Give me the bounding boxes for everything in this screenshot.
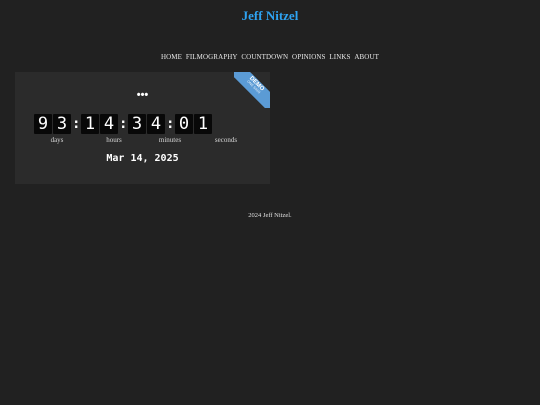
separator-colon: : xyxy=(166,116,175,132)
footer-copyright: 2024 Jeff Nitzel. xyxy=(248,212,292,219)
countdown-widget: DEMO ONE SIGN ••• 9 3 : 1 4 : 3 4 : 0 1 … xyxy=(15,72,270,184)
minutes-digit-2: 4 xyxy=(147,114,165,134)
site-title[interactable]: Jeff Nitzel xyxy=(0,8,540,24)
nav-item-opinions[interactable]: OPINIONS xyxy=(292,53,325,61)
nav-item-countdown[interactable]: COUNTDOWN xyxy=(241,53,288,61)
more-options-icon[interactable]: ••• xyxy=(15,90,270,101)
nav-item-about[interactable]: ABOUT xyxy=(354,53,379,61)
hours-digit-2: 4 xyxy=(100,114,118,134)
seconds-label: seconds xyxy=(214,136,238,144)
minutes-digit-1: 3 xyxy=(128,114,146,134)
days-digit-2: 3 xyxy=(53,114,71,134)
days-label: days xyxy=(50,136,64,144)
main-nav: HOME FILMOGRAPHY COUNTDOWN OPINIONS LINK… xyxy=(0,53,540,61)
seconds-digit-1: 0 xyxy=(175,114,193,134)
nav-item-filmography[interactable]: FILMOGRAPHY xyxy=(186,53,238,61)
hours-digit-1: 1 xyxy=(81,114,99,134)
seconds-digit-2: 1 xyxy=(194,114,212,134)
separator-colon: : xyxy=(119,116,128,132)
days-digit-1: 9 xyxy=(34,114,52,134)
nav-item-home[interactable]: HOME xyxy=(161,53,182,61)
target-date: Mar 14, 2025 xyxy=(106,153,179,164)
hours-label: hours xyxy=(106,136,122,144)
separator-colon: : xyxy=(72,116,81,132)
countdown-digits: 9 3 : 1 4 : 3 4 : 0 1 xyxy=(34,114,213,134)
nav-item-links[interactable]: LINKS xyxy=(329,53,350,61)
minutes-label: minutes xyxy=(158,136,182,144)
